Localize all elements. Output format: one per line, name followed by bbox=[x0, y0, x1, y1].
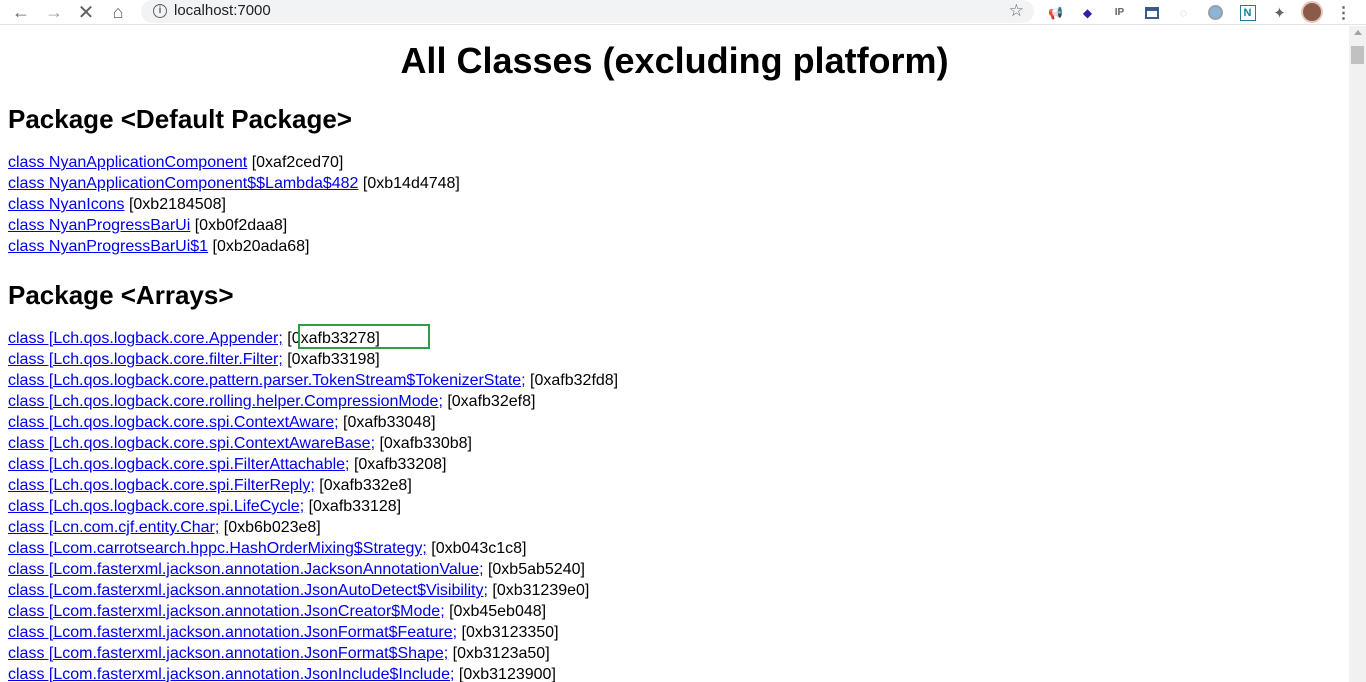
class-row: class [Lch.qos.logback.core.spi.FilterRe… bbox=[8, 475, 412, 496]
class-address: [0xafb330b8] bbox=[375, 435, 472, 452]
class-address: [0xb6b023e8] bbox=[219, 519, 321, 536]
class-address: [0xb2184508] bbox=[124, 196, 226, 213]
class-row: class [Lch.qos.logback.core.spi.LifeCycl… bbox=[8, 496, 401, 517]
address-bar[interactable]: i localhost:7000 ☆ bbox=[141, 0, 1034, 23]
class-address: [0xb3123350] bbox=[457, 624, 559, 641]
class-link[interactable]: class [Lch.qos.logback.core.spi.ContextA… bbox=[8, 414, 339, 431]
class-address: [0xafb33128] bbox=[304, 498, 402, 515]
class-link[interactable]: class [Lcom.fasterxml.jackson.annotation… bbox=[8, 561, 484, 578]
url-text[interactable]: localhost:7000 bbox=[174, 2, 271, 19]
class-row: class [Lcom.fasterxml.jackson.annotation… bbox=[8, 559, 585, 580]
megaphone-icon[interactable]: 📢 bbox=[1046, 3, 1065, 22]
class-row: class [Lcom.fasterxml.jackson.annotation… bbox=[8, 643, 550, 664]
forward-arrow-icon[interactable]: → bbox=[42, 0, 66, 24]
class-row: class NyanIcons [0xb2184508] bbox=[8, 194, 226, 215]
class-address: [0xafb33208] bbox=[349, 456, 447, 473]
circle-loading-icon[interactable]: ◌ bbox=[1174, 3, 1193, 22]
class-link[interactable]: class [Lch.qos.logback.core.rolling.help… bbox=[8, 393, 443, 410]
class-address: [0xb20ada68] bbox=[208, 238, 310, 255]
class-link[interactable]: class [Lch.qos.logback.core.Appender; bbox=[8, 330, 283, 347]
package-heading-default: Package <Default Package> bbox=[8, 104, 352, 134]
vertical-scrollbar[interactable] bbox=[1349, 26, 1366, 682]
class-link[interactable]: class [Lch.qos.logback.core.spi.FilterAt… bbox=[8, 456, 350, 473]
class-address: [0xb3123a50] bbox=[448, 645, 550, 662]
class-row: class [Lch.qos.logback.core.rolling.help… bbox=[8, 391, 535, 412]
class-address: [0xb5ab5240] bbox=[483, 561, 585, 578]
class-address: [0xb31239e0] bbox=[487, 582, 590, 599]
class-row: class [Lcom.fasterxml.jackson.annotation… bbox=[8, 664, 556, 682]
circle-grey-icon[interactable] bbox=[1206, 3, 1225, 22]
class-address: [0xafb33048] bbox=[338, 414, 436, 431]
package-heading-arrays: Package <Arrays> bbox=[8, 280, 234, 310]
page-content: All Classes (excluding platform) Package… bbox=[0, 26, 1349, 682]
class-link[interactable]: class NyanApplicationComponent bbox=[8, 154, 247, 171]
class-link[interactable]: class [Lcom.fasterxml.jackson.annotation… bbox=[8, 582, 488, 599]
class-link[interactable]: class NyanApplicationComponent$$Lambda$4… bbox=[8, 175, 358, 192]
class-link[interactable]: class [Lcn.com.cjf.entity.Char; bbox=[8, 519, 219, 536]
diamond-icon[interactable]: ◆ bbox=[1078, 3, 1097, 22]
scroll-up-arrow-icon[interactable] bbox=[1354, 30, 1362, 35]
window-icon[interactable] bbox=[1142, 3, 1161, 22]
class-row: class NyanApplicationComponent$$Lambda$4… bbox=[8, 173, 460, 194]
class-link[interactable]: class [Lcom.fasterxml.jackson.annotation… bbox=[8, 624, 457, 641]
class-address: [0xb14d4748] bbox=[358, 175, 460, 192]
class-address: [0xafb332e8] bbox=[314, 477, 412, 494]
class-row: class [Lch.qos.logback.core.spi.ContextA… bbox=[8, 433, 472, 454]
class-row: class [Lcom.fasterxml.jackson.annotation… bbox=[8, 580, 589, 601]
class-link[interactable]: class [Lch.qos.logback.core.pattern.pars… bbox=[8, 372, 526, 389]
class-link[interactable]: class [Lcom.carrotsearch.hppc.HashOrderM… bbox=[8, 540, 427, 557]
class-row: class [Lcom.fasterxml.jackson.annotation… bbox=[8, 622, 559, 643]
class-address: [0xb043c1c8] bbox=[426, 540, 527, 557]
home-icon[interactable]: ⌂ bbox=[106, 0, 130, 24]
class-address: [0xafb32ef8] bbox=[442, 393, 536, 410]
class-row: class [Lcom.carrotsearch.hppc.HashOrderM… bbox=[8, 538, 526, 559]
selection-highlight-box bbox=[298, 324, 430, 349]
puzzle-icon[interactable]: ✦ bbox=[1270, 3, 1289, 22]
scrollbar-thumb[interactable] bbox=[1351, 46, 1364, 64]
browser-toolbar: ← → ✕ ⌂ i localhost:7000 ☆ 📢 ◆ IP ◌ N ✦ … bbox=[0, 0, 1366, 25]
class-row: class NyanApplicationComponent [0xaf2ced… bbox=[8, 152, 343, 173]
class-row: class [Lch.qos.logback.core.filter.Filte… bbox=[8, 349, 380, 370]
class-address: [0xafb32fd8] bbox=[525, 372, 619, 389]
class-address: [0xafb33198] bbox=[282, 351, 380, 368]
ip-icon[interactable]: IP bbox=[1110, 3, 1129, 22]
class-address: [0xb45eb048] bbox=[444, 603, 547, 620]
class-link[interactable]: class [Lch.qos.logback.core.filter.Filte… bbox=[8, 351, 283, 368]
class-link[interactable]: class NyanIcons bbox=[8, 196, 125, 213]
menu-dots-icon[interactable]: ⋮ bbox=[1334, 3, 1353, 22]
class-link[interactable]: class [Lcom.fasterxml.jackson.annotation… bbox=[8, 645, 448, 662]
page-title: All Classes (excluding platform) bbox=[400, 40, 949, 81]
class-link[interactable]: class [Lcom.fasterxml.jackson.annotation… bbox=[8, 666, 454, 682]
notion-n-icon[interactable]: N bbox=[1238, 3, 1257, 22]
class-address: [0xb3123900] bbox=[454, 666, 556, 682]
class-row: class [Lcn.com.cjf.entity.Char; [0xb6b02… bbox=[8, 517, 321, 538]
class-link[interactable]: class [Lcom.fasterxml.jackson.annotation… bbox=[8, 603, 445, 620]
class-row: class NyanProgressBarUi$1 [0xb20ada68] bbox=[8, 236, 310, 257]
back-arrow-icon[interactable]: ← bbox=[9, 0, 33, 24]
class-address: [0xaf2ced70] bbox=[247, 154, 344, 171]
avatar[interactable] bbox=[1301, 1, 1323, 23]
class-row: class [Lch.qos.logback.core.pattern.pars… bbox=[8, 370, 618, 391]
class-link[interactable]: class [Lch.qos.logback.core.spi.ContextA… bbox=[8, 435, 375, 452]
class-link[interactable]: class [Lch.qos.logback.core.spi.LifeCycl… bbox=[8, 498, 304, 515]
class-link[interactable]: class NyanProgressBarUi$1 bbox=[8, 238, 208, 255]
class-row: class [Lch.qos.logback.core.spi.ContextA… bbox=[8, 412, 436, 433]
stop-loading-icon[interactable]: ✕ bbox=[74, 0, 98, 24]
class-row: class NyanProgressBarUi [0xb0f2daa8] bbox=[8, 215, 287, 236]
class-link[interactable]: class [Lch.qos.logback.core.spi.FilterRe… bbox=[8, 477, 315, 494]
class-row: class [Lcom.fasterxml.jackson.annotation… bbox=[8, 601, 546, 622]
class-row: class [Lch.qos.logback.core.spi.FilterAt… bbox=[8, 454, 446, 475]
star-icon[interactable]: ☆ bbox=[1009, 1, 1024, 21]
class-link[interactable]: class NyanProgressBarUi bbox=[8, 217, 190, 234]
class-address: [0xb0f2daa8] bbox=[190, 217, 288, 234]
info-icon[interactable]: i bbox=[153, 4, 167, 18]
